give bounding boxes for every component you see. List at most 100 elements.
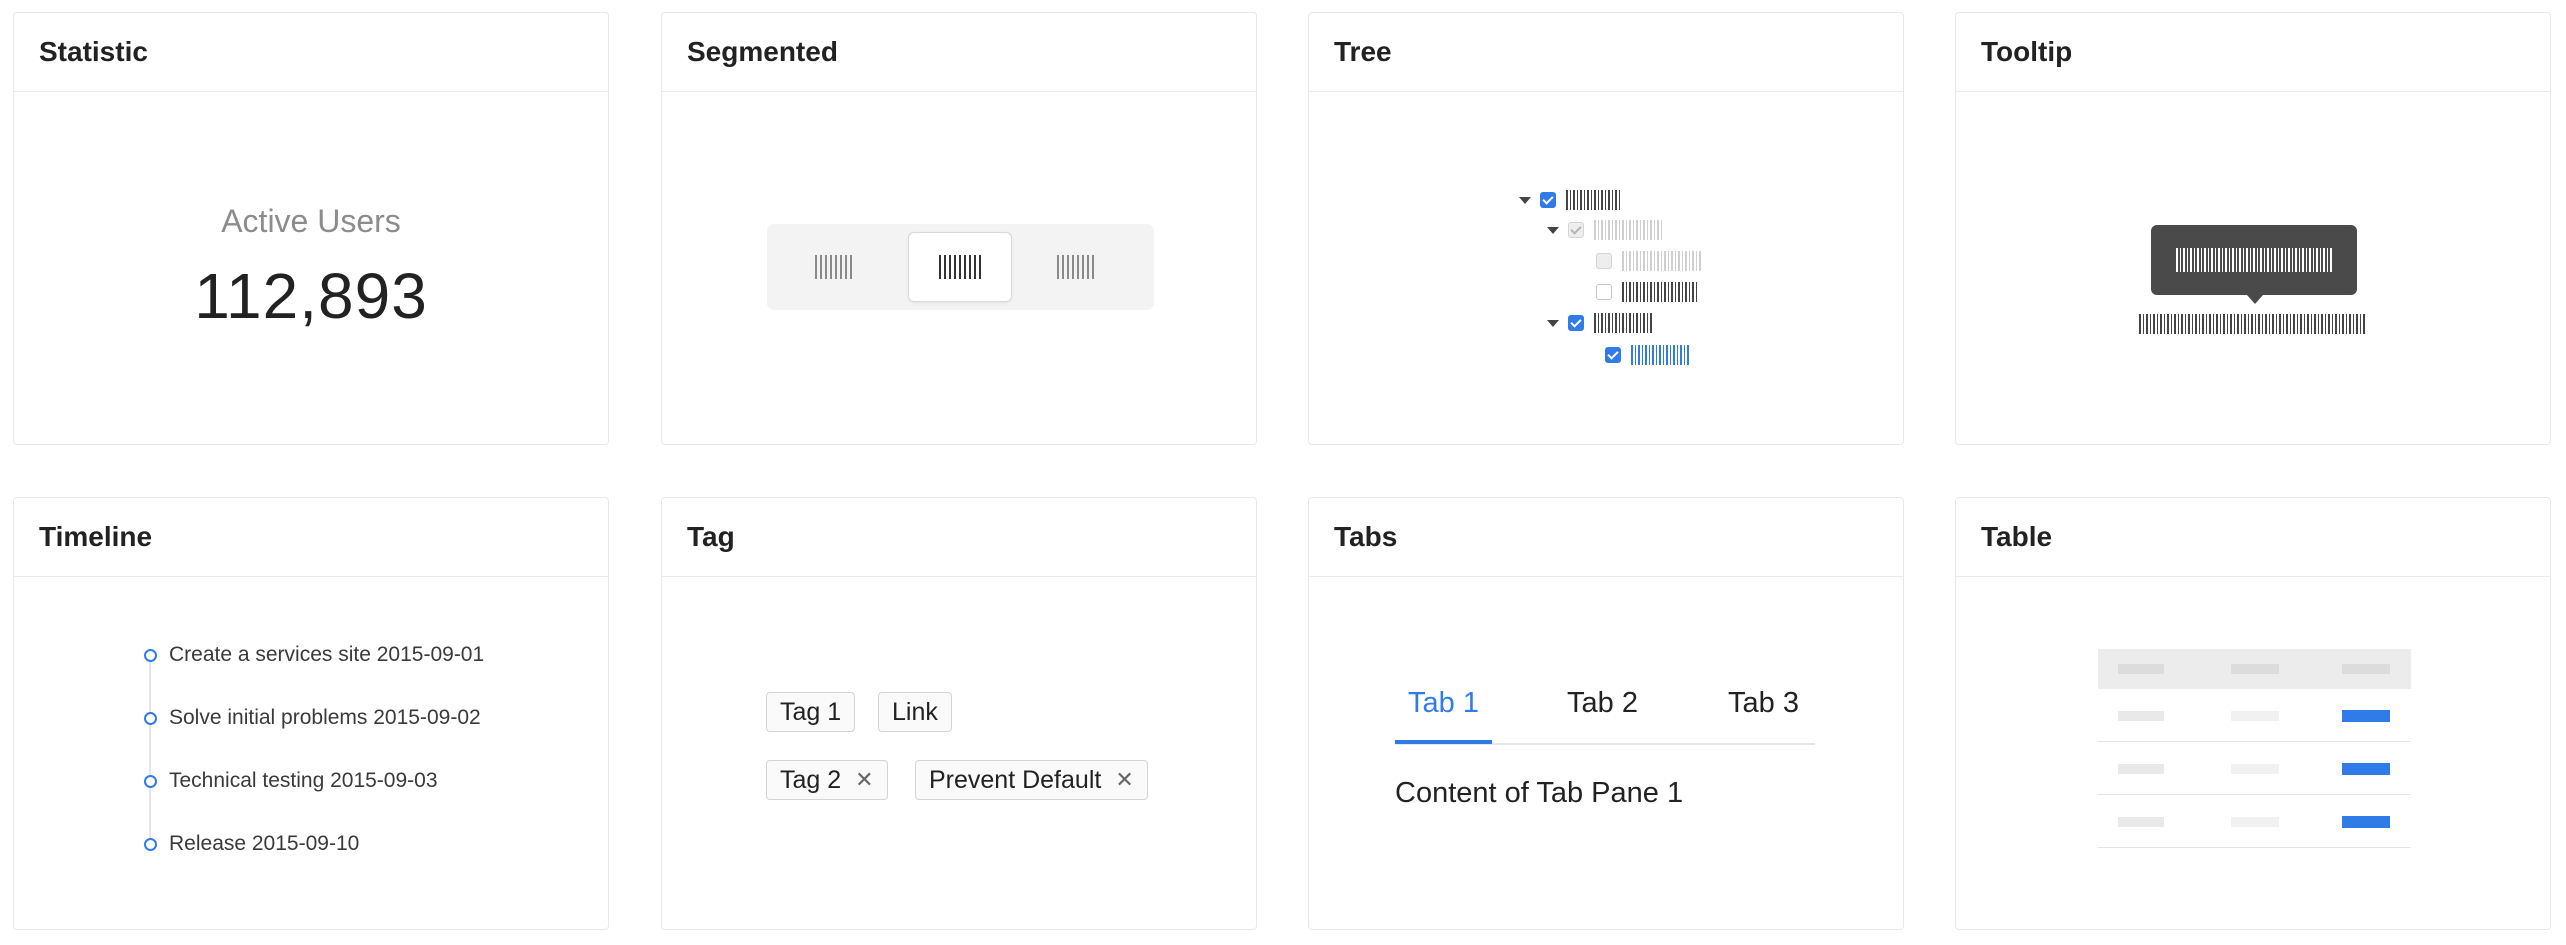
timeline-item: Solve initial problems 2015-09-02 [144,706,481,730]
checkbox [1596,253,1612,269]
card-title: Statistic [14,13,608,92]
timeline-text: Solve initial problems 2015-09-02 [169,706,481,729]
placeholder-text [2176,248,2332,272]
placeholder-text [2231,664,2279,674]
card-title: Tree [1309,13,1903,92]
card-title: Tooltip [1956,13,2550,92]
timeline-item: Technical testing 2015-09-03 [144,769,438,793]
caret-down-icon[interactable] [1547,319,1559,327]
card-title: Timeline [14,498,608,577]
placeholder-text [1622,282,1697,302]
placeholder-text [1594,313,1652,333]
tree-node-leaf-1[interactable] [1596,250,1701,272]
placeholder-text [2342,664,2390,674]
tag-card: Tag Tag 1 Link Tag 2 ✕ Prevent Default ✕ [661,497,1257,930]
placeholder-text [939,254,981,280]
close-icon[interactable]: ✕ [855,767,873,793]
tooltip-popup [2151,225,2357,295]
table-row [2098,689,2411,742]
card-title: Table [1956,498,2550,577]
table-header [2098,649,2411,689]
table-body [1956,577,2550,929]
table-row [2098,742,2411,795]
tooltip-trigger[interactable] [2139,314,2365,334]
timeline-text: Release 2015-09-10 [169,832,360,855]
timeline-dot-icon [144,711,157,725]
timeline-body: Create a services site 2015-09-01 Solve … [14,577,608,929]
placeholder-text [1622,251,1701,271]
placeholder-text [1631,345,1689,365]
tag-label: Tag 1 [780,697,842,726]
placeholder-text [2118,817,2164,827]
tag-closable: Tag 2 ✕ [766,760,888,800]
tab-2[interactable]: Tab 2 [1567,687,1638,720]
tab-active-indicator [1395,740,1492,744]
timeline-text: Technical testing 2015-09-03 [169,769,438,792]
tree-card: Tree [1308,12,1904,445]
tab-pane-content: Content of Tab Pane 1 [1395,777,1684,809]
timeline-dot-icon [144,837,157,851]
checkbox[interactable] [1605,347,1621,363]
tree-node-leaf-3[interactable] [1605,344,1689,366]
card-title: Tag [662,498,1256,577]
placeholder-text [2231,764,2279,774]
segmented-control [767,224,1154,310]
caret-down-icon[interactable] [1547,226,1559,234]
close-icon[interactable]: ✕ [1115,767,1133,793]
statistic-title: Active Users [221,203,401,239]
statistic-value: 112,893 [194,260,428,332]
statistic-card: Statistic Active Users 112,893 [13,12,609,445]
placeholder-text [2118,711,2164,721]
tag-closable: Prevent Default ✕ [915,760,1148,800]
action-link[interactable] [2342,710,2390,722]
card-title: Segmented [662,13,1256,92]
placeholder-text [1594,220,1662,240]
checkbox [1568,222,1584,238]
tag: Tag 1 [766,692,856,732]
tag-label: Prevent Default [929,765,1102,794]
tab-3[interactable]: Tab 3 [1728,687,1799,720]
segmented-option-2[interactable] [908,232,1012,302]
timeline-text: Create a services site 2015-09-01 [169,643,485,666]
segmented-option-1[interactable] [781,232,885,302]
action-link[interactable] [2342,816,2390,828]
timeline-dot-icon [144,648,157,662]
placeholder-text [1056,254,1094,280]
tree-node-leaf-2[interactable] [1596,281,1697,303]
segmented-body [662,92,1256,444]
timeline-item: Release 2015-09-10 [144,832,359,856]
card-title: Tabs [1309,498,1903,577]
timeline-dot-icon [144,774,157,788]
tree-node-child-1[interactable] [1547,219,1662,241]
tab-1[interactable]: Tab 1 [1408,687,1479,720]
caret-down-icon[interactable] [1519,196,1531,204]
statistic-body: Active Users 112,893 [14,92,608,444]
tooltip-body [1956,92,2550,444]
table-row [2098,795,2411,848]
tree-node-child-2[interactable] [1547,312,1652,334]
tag-link[interactable]: Link [878,692,952,732]
action-link[interactable] [2342,763,2390,775]
placeholder-text [2118,664,2164,674]
segmented-option-3[interactable] [1023,232,1127,302]
checkbox[interactable] [1596,284,1612,300]
tag-label: Link [892,697,938,726]
tag-body: Tag 1 Link Tag 2 ✕ Prevent Default ✕ [662,577,1256,929]
placeholder-text [2231,817,2279,827]
checkbox[interactable] [1540,192,1556,208]
tooltip-arrow [2247,295,2263,304]
placeholder-text [2118,764,2164,774]
placeholder-text [2139,314,2365,334]
placeholder-text [814,254,852,280]
placeholder-text [1566,190,1620,210]
timeline-item: Create a services site 2015-09-01 [144,643,484,667]
placeholder-text [2231,711,2279,721]
tabs-body: Tab 1 Tab 2 Tab 3 Content of Tab Pane 1 [1309,577,1903,929]
tabs-card: Tabs Tab 1 Tab 2 Tab 3 Content of Tab Pa… [1308,497,1904,930]
timeline-line [149,655,151,849]
segmented-card: Segmented [661,12,1257,445]
tree-node-root[interactable] [1519,189,1620,211]
timeline-card: Timeline Create a services site 2015-09-… [13,497,609,930]
checkbox[interactable] [1568,315,1584,331]
tree-body [1309,92,1903,444]
